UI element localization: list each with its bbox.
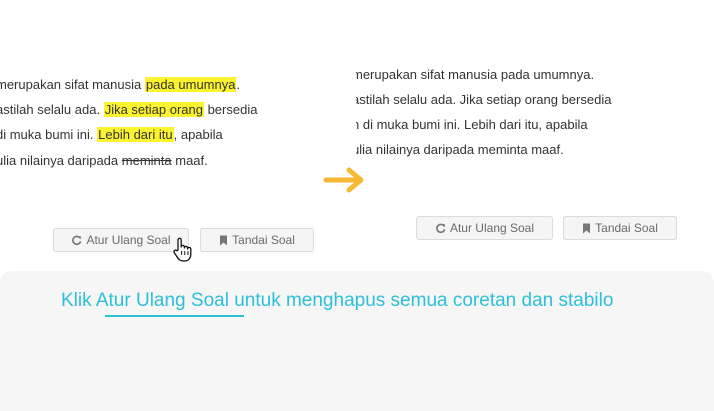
mark-question-button[interactable]: Tandai Soal xyxy=(200,228,314,252)
passage-line: merupakan sifat manusia pada umumnya. xyxy=(356,67,595,82)
passage-line: di muka bumi ini. Lebih dari itu, apabil… xyxy=(0,126,223,144)
plain-text: merupakan sifat manusia xyxy=(0,77,145,92)
plain-text: di muka bumi ini. xyxy=(0,127,98,142)
passage-line: ulia nilainya daripada meminta maaf. xyxy=(0,152,208,170)
reset-button-label: Atur Ulang Soal xyxy=(449,221,535,235)
passage-before: merupakan sifat manusia pada umumnya. as… xyxy=(0,68,320,188)
refresh-icon xyxy=(436,223,446,233)
bookmark-icon xyxy=(220,235,228,245)
highlighted-text[interactable]: Lebih dari itu xyxy=(97,127,174,142)
passage-line: astilah selalu ada. Jika setiap orang be… xyxy=(356,92,612,107)
instruction-suffix: untuk menghapus semua coretan dan stabil… xyxy=(228,290,614,311)
bookmark-icon xyxy=(583,223,591,233)
passage-line: astilah selalu ada. Jika setiap orang be… xyxy=(0,101,257,119)
passage-line: merupakan sifat manusia pada umumnya. xyxy=(0,76,240,94)
plain-text: , apabila xyxy=(173,127,223,142)
plain-text: bersedia xyxy=(203,102,258,117)
refresh-icon xyxy=(72,235,82,245)
plain-text: . xyxy=(236,77,241,92)
mark-button-label: Tandai Soal xyxy=(595,221,658,235)
reset-question-button[interactable]: Atur Ulang Soal xyxy=(53,228,189,252)
reset-button-label: Atur Ulang Soal xyxy=(86,233,171,247)
passage-line: ulia nilainya daripada meminta maaf. xyxy=(356,142,564,157)
mark-question-button[interactable]: Tandai Soal xyxy=(563,216,677,240)
hand-cursor-icon xyxy=(173,237,192,262)
plain-text: maaf. xyxy=(171,153,208,168)
passage-after: merupakan sifat manusia pada umumnya. as… xyxy=(356,58,714,178)
instruction-link: Atur Ulang Soal xyxy=(95,290,229,311)
instruction-text: Klik Atur Ulang Soal untuk menghapus sem… xyxy=(61,290,613,312)
plain-text: astilah selalu ada. xyxy=(0,102,104,117)
highlighted-text[interactable]: Jika setiap orang xyxy=(103,102,204,117)
instruction-prefix: Klik xyxy=(61,290,96,311)
highlighted-text[interactable]: pada umumnya xyxy=(144,77,237,92)
passage-line: n di muka bumi ini. Lebih dari itu, apab… xyxy=(356,117,588,132)
link-underline xyxy=(105,315,244,317)
reset-question-button[interactable]: Atur Ulang Soal xyxy=(416,216,553,240)
mark-button-label: Tandai Soal xyxy=(232,233,295,247)
plain-text: ulia nilainya daripada xyxy=(0,153,122,168)
struck-text[interactable]: meminta xyxy=(122,153,172,168)
